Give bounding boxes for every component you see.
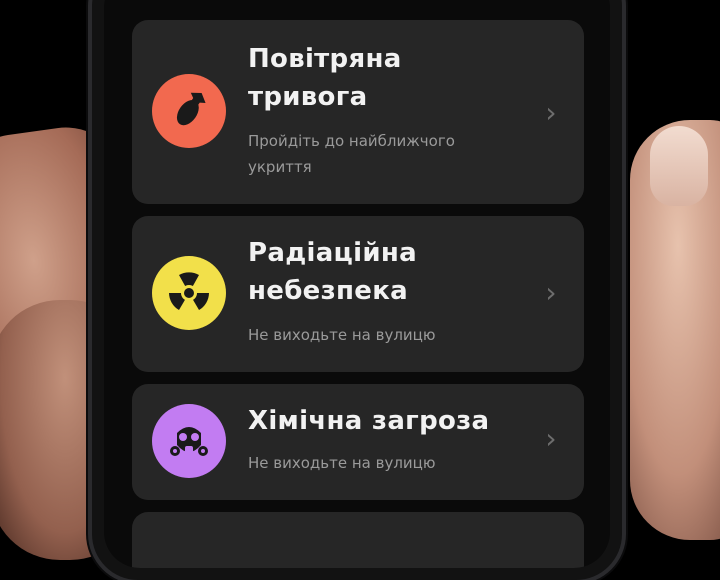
alert-card-radiation[interactable]: Радіаційна небезпека Не виходьте на вули… [132, 216, 584, 372]
chevron-right-icon: › [545, 96, 557, 129]
radiation-icon [152, 256, 226, 330]
alert-subtitle: Пройдіть до найближчого укриття [248, 132, 455, 176]
bomb-icon [152, 74, 226, 148]
chevron-right-icon: › [545, 422, 557, 455]
alert-title: Хімічна загроза [248, 406, 490, 436]
alert-card-chemical[interactable]: Хімічна загроза Не виходьте на вулицю › [132, 384, 584, 500]
alert-subtitle: Не виходьте на вулицю [248, 326, 436, 344]
alert-card-partial[interactable] [132, 512, 584, 568]
alert-title: Повітряна тривога [248, 44, 402, 112]
chevron-right-icon: › [545, 276, 557, 309]
gas-mask-icon [152, 404, 226, 478]
alert-subtitle: Не виходьте на вулицю [248, 454, 436, 472]
thumbnail-nail [650, 126, 708, 206]
alert-card-air-raid[interactable]: Повітряна тривога Пройдіть до найближчог… [132, 20, 584, 204]
phone-screen: Повітряна тривога Пройдіть до найближчог… [104, 0, 610, 568]
phone-frame: Повітряна тривога Пройдіть до найближчог… [92, 0, 622, 580]
alert-title: Радіаційна небезпека [248, 238, 417, 306]
